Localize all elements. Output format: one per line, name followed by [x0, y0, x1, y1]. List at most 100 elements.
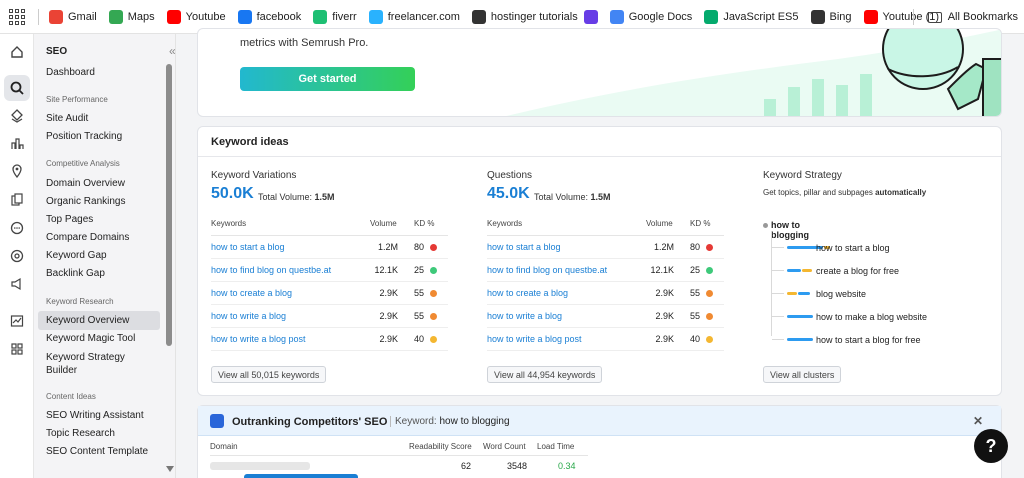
tree-branch [772, 316, 784, 317]
scroll-down-icon[interactable] [166, 466, 174, 472]
sidebar-item-dashboard[interactable]: Dashboard [46, 67, 95, 78]
keyword-link[interactable]: how to find blog on questbe.at [211, 265, 331, 275]
kd-difficulty-dot [430, 336, 437, 343]
sidebar-heading-site-performance: Site Performance [46, 95, 108, 104]
keyword-link[interactable]: how to create a blog [211, 288, 292, 298]
close-icon[interactable]: ✕ [973, 414, 983, 428]
keyword-link[interactable]: how to create a blog [487, 288, 568, 298]
strategy-subpage[interactable]: how to make a blog website [816, 312, 927, 322]
location-pin-icon[interactable] [9, 163, 25, 179]
youtube-icon [863, 9, 878, 24]
bookmark-google-docs[interactable]: Google Docs [609, 9, 692, 24]
keyword-link[interactable]: how to write a blog [487, 311, 562, 321]
sidebar-item-position-tracking[interactable]: Position Tracking [46, 131, 122, 142]
sidebar-heading-competitive-analysis: Competitive Analysis [46, 159, 120, 168]
kd-value: 80 [414, 242, 425, 252]
table-row: how to find blog on questbe.at 12.1K 25 [211, 259, 448, 282]
variations-volume-value: 1.5M [314, 192, 335, 202]
view-all-questions-button[interactable]: View all 44,954 keywords [487, 366, 603, 383]
chat-icon[interactable] [9, 220, 25, 236]
keyword-link[interactable]: how to write a blog [211, 311, 286, 321]
sidebar-item-organic-rankings[interactable]: Organic Rankings [46, 196, 125, 207]
bookmark-facebook[interactable]: facebook [237, 9, 302, 24]
sidebar-item-keyword-strategy-builder[interactable]: Keyword Strategy Builder [46, 351, 146, 377]
sidebar-item-compare-domains[interactable]: Compare Domains [46, 232, 129, 243]
trends-icon[interactable] [9, 313, 25, 329]
volume-value: 12.1K [650, 265, 674, 275]
bookmark-label: Bing [829, 10, 852, 23]
sidebar-item-domain-overview[interactable]: Domain Overview [46, 178, 125, 189]
tree-branch [772, 247, 784, 248]
bookmark-javascript-es5[interactable]: JavaScript ES5 [704, 9, 799, 24]
kd-difficulty-dot [706, 267, 713, 274]
col-keywords: Keywords [487, 219, 523, 228]
outranking-competitors-card: Outranking Competitors' SEO Keyword: how… [197, 405, 1002, 478]
strategy-root-topic[interactable]: how to blogging [771, 220, 809, 240]
col-kd: KD % [414, 219, 435, 228]
bookmark-item-7[interactable] [583, 9, 598, 24]
cluster-bar [787, 269, 801, 272]
strategy-subpage[interactable]: how to start a blog for free [816, 335, 921, 345]
view-all-variations-button[interactable]: View all 50,015 keywords [211, 366, 327, 383]
maps-icon [108, 9, 123, 24]
sidebar-item-backlink-gap[interactable]: Backlink Gap [46, 268, 105, 279]
kd-value: 55 [414, 311, 425, 321]
check-competitors-button[interactable] [244, 474, 358, 478]
seo-toolkit-icon[interactable] [4, 75, 30, 101]
volume-value: 1.2M [653, 242, 674, 252]
keyword-link[interactable]: how to start a blog [211, 242, 285, 252]
strategy-subpage[interactable]: how to start a blog [816, 243, 890, 253]
bookmark-maps[interactable]: Maps [108, 9, 155, 24]
keyword-ideas-title: Keyword ideas [198, 127, 1001, 157]
tree-branch [772, 339, 784, 340]
keyword-link[interactable]: how to write a blog post [211, 334, 306, 344]
content-pages-icon[interactable] [9, 192, 25, 208]
variations-volume-label: Total Volume: [258, 192, 313, 202]
questions-total-volume: Total Volume: 1.5M [534, 192, 611, 202]
cluster-bar-secondary [798, 292, 810, 295]
promo-text: metrics with Semrush Pro. [240, 37, 369, 49]
sidebar-item-keyword-overview[interactable]: Keyword Overview [38, 311, 160, 330]
bookmark-hostinger-tutorials[interactable]: hostinger tutorials [471, 9, 578, 24]
help-button[interactable]: ? [974, 429, 1008, 463]
bookmark-label: facebook [256, 10, 302, 23]
outranking-header: Outranking Competitors' SEO Keyword: how… [198, 406, 1001, 436]
strategy-subpage[interactable]: blog website [816, 289, 866, 299]
target-icon[interactable] [9, 248, 25, 264]
outranking-keyword-label: Keyword: [395, 416, 437, 427]
bookmark-gmail[interactable]: Gmail [49, 9, 97, 24]
sidebar-item-seo-content-template[interactable]: SEO Content Template [46, 446, 148, 457]
bookmark-freelancer-com[interactable]: freelancer.com [368, 9, 460, 24]
sidebar-item-keyword-magic-tool[interactable]: Keyword Magic Tool [46, 333, 135, 344]
keyword-link[interactable]: how to write a blog post [487, 334, 582, 344]
keyword-link[interactable]: how to start a blog [487, 242, 561, 252]
sidebar-item-keyword-gap[interactable]: Keyword Gap [46, 250, 107, 261]
all-bookmarks-label: All Bookmarks [947, 11, 1018, 23]
bar-chart-icon[interactable] [9, 136, 25, 152]
bookmark-fiverr[interactable]: fiverr [313, 9, 357, 24]
col-load-time: Load Time [537, 442, 575, 451]
table-row: how to find blog on questbe.at 12.1K 25 [487, 259, 724, 282]
sidebar-scrollbar[interactable] [166, 64, 172, 346]
bookmark-bing[interactable]: Bing [810, 9, 852, 24]
get-started-button[interactable]: Get started [240, 67, 415, 91]
megaphone-icon[interactable] [9, 276, 25, 292]
strategy-subpage[interactable]: create a blog for free [816, 266, 899, 276]
volume-value: 2.9K [379, 311, 398, 321]
keyword-link[interactable]: how to find blog on questbe.at [487, 265, 607, 275]
view-all-clusters-button[interactable]: View all clusters [763, 366, 842, 383]
sidebar-item-site-audit[interactable]: Site Audit [46, 113, 88, 124]
app-center-icon[interactable] [9, 341, 25, 357]
kd-difficulty-dot [706, 244, 713, 251]
app-icon-rail [0, 34, 34, 478]
bookmark-youtube[interactable]: Youtube [166, 9, 226, 24]
sidebar-item-top-pages[interactable]: Top Pages [46, 214, 93, 225]
home-icon[interactable] [9, 44, 25, 60]
sidebar-item-seo-writing-assistant[interactable]: SEO Writing Assistant [46, 410, 144, 421]
collapse-sidebar-icon[interactable]: « [169, 44, 175, 58]
col-kd: KD % [690, 219, 711, 228]
volume-value: 2.9K [655, 311, 674, 321]
local-seo-icon[interactable] [9, 108, 25, 124]
sidebar-item-topic-research[interactable]: Topic Research [46, 428, 115, 439]
apps-grid-icon[interactable] [8, 8, 26, 26]
